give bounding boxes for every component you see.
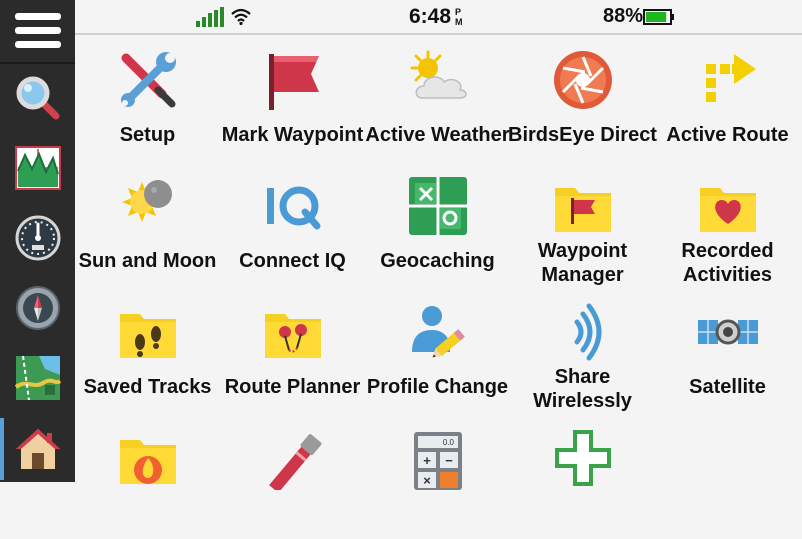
app-share-wirelessly[interactable]: Share Wirelessly	[510, 287, 655, 413]
app-label: Waypoint Manager	[537, 240, 628, 286]
app-birdseye-direct[interactable]: BirdsEye Direct	[508, 35, 657, 161]
svg-text:−: −	[445, 453, 453, 468]
app-calculator[interactable]: 0.0 + − ×	[365, 413, 510, 539]
setup-tools-icon	[120, 52, 176, 108]
app-label: Mark Waypoint	[221, 124, 364, 146]
battery-icon	[643, 9, 674, 25]
app-mark-waypoint[interactable]: Mark Waypoint	[220, 35, 365, 161]
app-label: Saved Tracks	[83, 376, 212, 398]
app-sun-and-moon[interactable]: Sun and Moon	[75, 161, 220, 287]
app-route-planner[interactable]: Route Planner	[220, 287, 365, 413]
flag-icon	[268, 54, 319, 110]
sidebar	[0, 0, 75, 482]
app-label: Profile Change	[366, 376, 509, 398]
wifi-icon	[231, 8, 251, 25]
elevation-chart-icon	[14, 146, 61, 190]
sun-moon-icon	[121, 180, 172, 222]
svg-text:×: ×	[423, 473, 431, 488]
app-label: BirdsEye Direct	[508, 124, 657, 146]
app-label: Geocaching	[380, 250, 495, 272]
app-geocaching[interactable]: Geocaching	[365, 161, 510, 287]
status-bar: 6:48 P M 88%	[75, 0, 802, 35]
app-recorded-activities[interactable]: Recorded Activities	[655, 161, 800, 287]
app-active-weather[interactable]: Active Weather	[365, 35, 510, 161]
app-setup[interactable]: Setup	[75, 35, 220, 161]
clock-ampm: P M	[455, 7, 463, 27]
app-add[interactable]	[510, 413, 655, 539]
compass-icon	[15, 286, 60, 330]
app-connect-iq[interactable]: Connect IQ	[220, 161, 365, 287]
flashlight-icon	[268, 434, 321, 490]
app-grid: Setup Mark Waypoint Active Weather Birds…	[75, 35, 802, 490]
ampm-bottom: M	[455, 17, 463, 27]
weather-sun-cloud-icon	[410, 50, 467, 99]
calculator-icon: 0.0 + − ×	[413, 432, 462, 490]
birdseye-aperture-icon	[553, 51, 612, 109]
app-label: Connect IQ	[239, 250, 346, 272]
route-arrow-icon	[705, 54, 756, 102]
sidebar-item-trip-computer[interactable]	[0, 207, 75, 269]
app-label: Setup	[119, 124, 176, 146]
battery-percent: 88%	[603, 5, 644, 27]
svg-text:0.0: 0.0	[442, 438, 454, 447]
svg-text:+: +	[423, 453, 431, 468]
speedometer-icon	[15, 215, 60, 261]
sidebar-item-search[interactable]	[0, 67, 75, 129]
app-waypoint-manager[interactable]: Waypoint Manager	[510, 161, 655, 287]
app-label: Recorded Activities	[681, 240, 774, 286]
app-label: Share Wirelessly	[533, 366, 632, 412]
app-satellite[interactable]: Satellite	[655, 287, 800, 413]
cell-signal-icon	[196, 7, 224, 27]
wireless-share-icon	[574, 303, 601, 361]
sidebar-item-compass[interactable]	[0, 277, 75, 339]
flame-folder-icon	[119, 440, 176, 484]
map-icon	[14, 355, 61, 401]
app-saved-tracks[interactable]: Saved Tracks	[75, 287, 220, 413]
geocaching-icon	[408, 177, 467, 235]
sidebar-item-map[interactable]	[0, 347, 75, 409]
ampm-top: P	[455, 7, 462, 17]
connect-iq-icon	[266, 186, 320, 230]
magnifier-icon	[16, 76, 59, 120]
hamburger-menu-icon	[14, 13, 61, 48]
app-active-route[interactable]: Active Route	[655, 35, 800, 161]
profile-pencil-icon	[411, 306, 465, 358]
sidebar-item-home[interactable]	[0, 418, 75, 480]
app-flame-folder[interactable]	[75, 413, 220, 539]
home-icon	[15, 429, 60, 469]
pins-folder-icon	[264, 314, 321, 358]
sidebar-item-elevation[interactable]	[0, 137, 75, 199]
app-label: Sun and Moon	[78, 250, 217, 272]
app-flashlight[interactable]	[220, 413, 365, 539]
clock-time: 6:48	[409, 4, 452, 28]
menu-button[interactable]	[0, 0, 75, 64]
app-label: Route Planner	[224, 376, 361, 398]
satellite-icon	[697, 319, 758, 345]
app-profile-change[interactable]: Profile Change	[365, 287, 510, 413]
footprints-folder-icon	[119, 314, 176, 358]
plus-add-icon	[554, 430, 611, 486]
app-label: Active Route	[666, 124, 789, 146]
heart-folder-icon	[699, 188, 756, 232]
waypoint-folder-icon	[554, 188, 611, 232]
app-label: Satellite	[689, 376, 766, 398]
app-label: Active Weather	[365, 124, 510, 146]
